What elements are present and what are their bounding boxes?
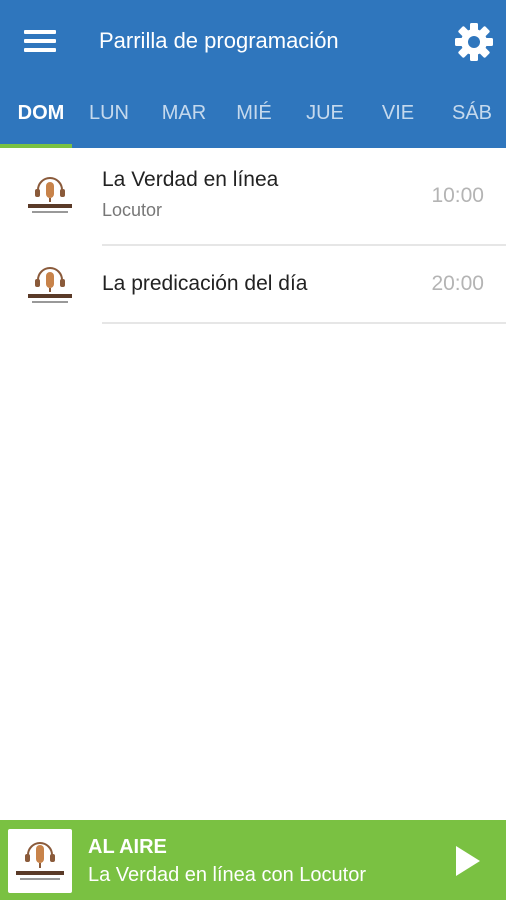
program-host: Locutor	[102, 200, 163, 220]
radio-logo	[22, 262, 78, 310]
tab-lun[interactable]: LUN	[82, 84, 136, 148]
toolbar: Parrilla de programación	[0, 0, 506, 84]
schedule-item[interactable]: La predicación del día 20:00	[0, 246, 506, 324]
program-time: 10:00	[431, 184, 484, 207]
on-air-label: AL AIRE	[88, 836, 167, 858]
tab-dom[interactable]: DOM	[0, 84, 82, 148]
tab-mie[interactable]: MIÉ	[228, 84, 280, 148]
menu-icon[interactable]	[20, 24, 60, 60]
app-bar: Parrilla de programación DOM LUN MAR MIÉ…	[0, 0, 506, 148]
schedule-item[interactable]: La Verdad en línea Locutor 10:00	[0, 148, 506, 246]
program-title: La predicación del día	[102, 272, 308, 295]
program-time: 20:00	[431, 272, 484, 295]
program-title: La Verdad en línea	[102, 168, 279, 191]
page-title: Parrilla de programación	[99, 28, 339, 53]
play-icon[interactable]	[452, 844, 484, 878]
divider	[102, 322, 506, 324]
now-playing-bar[interactable]: AL AIRE La Verdad en línea con Locutor	[0, 820, 506, 900]
tab-jue[interactable]: JUE	[300, 84, 350, 148]
tab-vie[interactable]: VIE	[376, 84, 420, 148]
tab-mar[interactable]: MAR	[154, 84, 214, 148]
gear-icon[interactable]	[452, 20, 496, 64]
radio-logo	[22, 172, 78, 220]
day-tabs: DOM LUN MAR MIÉ JUE VIE SÁB	[0, 84, 506, 148]
radio-logo	[8, 829, 72, 893]
tab-sab[interactable]: SÁB	[448, 84, 496, 148]
now-playing-text: La Verdad en línea con Locutor	[88, 864, 366, 886]
